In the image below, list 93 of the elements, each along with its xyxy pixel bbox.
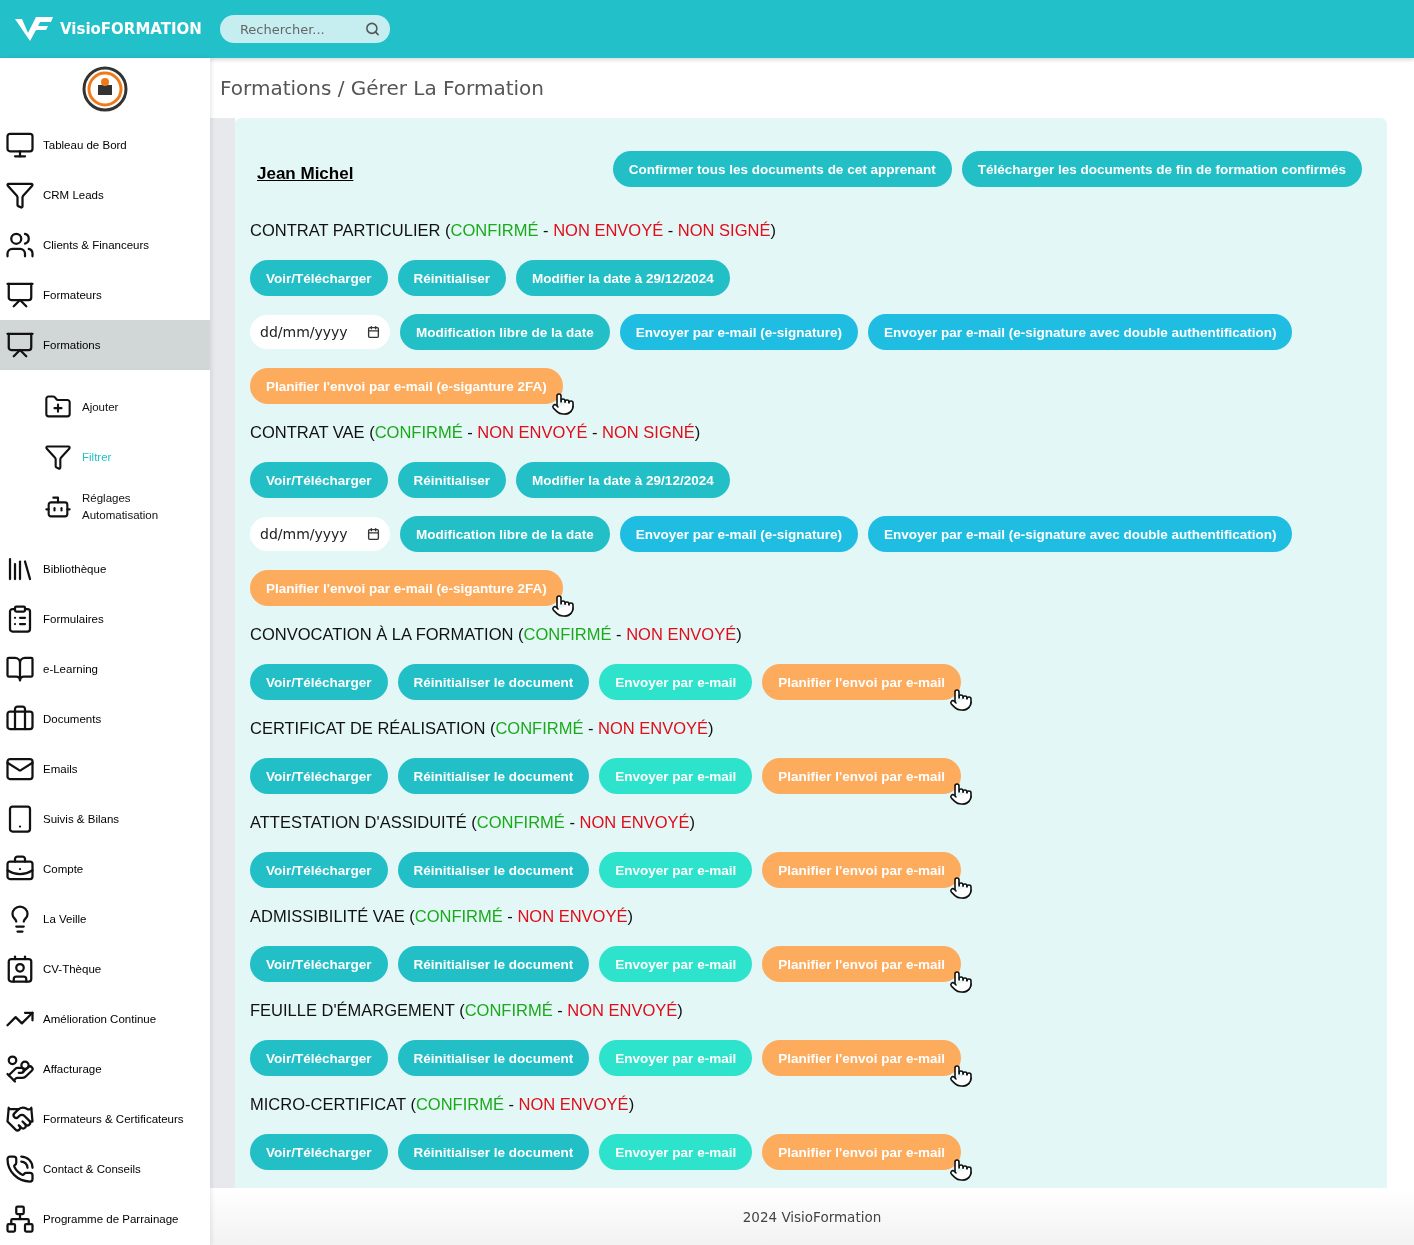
document-status-heading: ADMISSIBILITÉ VAE (CONFIRMÉ - NON ENVOYÉ) [250, 906, 634, 927]
send-button[interactable]: Envoyer par e-mail [599, 758, 753, 794]
sidebar-item[interactable]: CV-Thèque [0, 944, 210, 994]
action-button[interactable]: Réinitialiser le document [397, 852, 590, 888]
people-icon [5, 230, 35, 260]
network-icon [5, 1204, 35, 1234]
search-field[interactable]: Rechercher... [219, 15, 390, 43]
action-button[interactable]: Réinitialiser le document [397, 664, 590, 700]
sidebar-item[interactable]: Bibliothèque [0, 544, 210, 594]
hand-cursor-icon [948, 1158, 973, 1182]
funnel-icon [5, 180, 35, 210]
phone-icon [5, 1154, 35, 1184]
sidebar-item[interactable]: Compte [0, 844, 210, 894]
hand-cursor-icon [948, 688, 973, 712]
action-button[interactable]: Voir/Télécharger [250, 260, 388, 296]
sidebar-item[interactable]: Formateurs [0, 270, 210, 320]
sidebar-item[interactable]: Formateurs & Certificateurs [0, 1094, 210, 1144]
document-status-heading: CONVOCATION À LA FORMATION (CONFIRMÉ - NON ENVOYÉ) [250, 624, 743, 645]
hand-cursor-icon [948, 970, 973, 994]
sidebar-subitem[interactable]: Ajouter [0, 382, 210, 432]
document-status-heading: MICRO-CERTIFICAT (CONFIRMÉ - NON ENVOYÉ) [250, 1094, 636, 1115]
action-button[interactable]: Réinitialiser le document [397, 1134, 590, 1170]
sidebar-subitem[interactable]: Filtrer [0, 432, 210, 482]
email-button[interactable]: Envoyer par e-mail (e-signature) [619, 314, 859, 350]
organization-logo-icon [82, 66, 128, 112]
learner-name: Jean Michel [257, 164, 355, 184]
sidebar-item[interactable]: Clients & Financeurs [0, 220, 210, 270]
action-button[interactable]: Voir/Télécharger [250, 462, 388, 498]
send-button[interactable]: Envoyer par e-mail [599, 946, 753, 982]
hand-cursor-icon [948, 782, 973, 806]
action-button[interactable]: Télécharger les documents de fin de formation confirmés [961, 151, 1362, 187]
calendar-icon[interactable] [367, 527, 380, 541]
action-button[interactable]: Voir/Télécharger [250, 758, 388, 794]
document-status-heading: CONTRAT VAE (CONFIRMÉ - NON ENVOYÉ - NON SIGNÉ) [250, 422, 702, 443]
send-button[interactable]: Envoyer par e-mail [599, 1040, 753, 1076]
search-icon[interactable] [364, 21, 380, 37]
action-button[interactable]: Voir/Télécharger [250, 1040, 388, 1076]
sidebar-item[interactable]: Formations [0, 320, 210, 370]
action-button[interactable]: Voir/Télécharger [250, 664, 388, 700]
sidebar-item[interactable]: Documents [0, 694, 210, 744]
sidebar-item[interactable]: Tableau de Bord [0, 120, 210, 170]
document-status-heading: CONTRAT PARTICULIER (CONFIRMÉ - NON ENVOYÉ - NON SIGNÉ) [250, 220, 777, 241]
email-button[interactable]: Envoyer par e-mail (e-signature) [619, 516, 859, 552]
hand-cursor-icon [948, 876, 973, 900]
send-button[interactable]: Envoyer par e-mail [599, 1134, 753, 1170]
action-button[interactable]: Voir/Télécharger [250, 852, 388, 888]
date-field[interactable]: dd/mm/yyyy [250, 315, 390, 349]
action-button[interactable]: Modification libre de la date [400, 516, 610, 552]
sidebar-item[interactable]: CRM Leads [0, 170, 210, 220]
hand-cursor-icon [550, 594, 575, 618]
contact-card-icon [5, 954, 35, 984]
breadcrumb: Formations / Gérer La Formation [219, 75, 545, 102]
sidebar-item[interactable]: La Veille [0, 894, 210, 944]
send-button[interactable]: Envoyer par e-mail [599, 664, 753, 700]
document-status-heading: ATTESTATION D'ASSIDUITÉ (CONFIRMÉ - NON ENVOYÉ) [250, 812, 697, 833]
action-button[interactable]: Réinitialiser le document [397, 758, 590, 794]
action-button[interactable]: Modification libre de la date [400, 314, 610, 350]
action-button[interactable]: Modifier la date à 29/12/2024 [516, 462, 730, 498]
action-button[interactable]: Réinitialiser le document [397, 946, 590, 982]
action-button[interactable]: Modifier la date à 29/12/2024 [516, 260, 730, 296]
document-status-heading: FEUILLE D'ÉMARGEMENT (CONFIRMÉ - NON ENVOYÉ) [250, 1000, 684, 1021]
handshake-icon [5, 1104, 35, 1134]
calendar-icon[interactable] [367, 325, 380, 339]
logo-icon [14, 16, 54, 42]
sidebar-item[interactable]: Amélioration Continue [0, 994, 210, 1044]
hand-cursor-icon [550, 392, 575, 416]
presentation-icon [5, 280, 35, 310]
date-field[interactable]: dd/mm/yyyy [250, 517, 390, 551]
sidebar-item[interactable]: Affacturage [0, 1044, 210, 1094]
book-icon [5, 654, 35, 684]
monitor-icon [5, 130, 35, 160]
hand-cursor-icon [948, 1064, 973, 1088]
hand-money-icon [5, 1054, 35, 1084]
sidebar-item[interactable]: Formulaires [0, 594, 210, 644]
funnel-icon [44, 443, 72, 471]
sidebar-item[interactable]: Suivis & Bilans [0, 794, 210, 844]
brand-name: VisioFORMATION [60, 20, 202, 38]
action-button[interactable]: Confirmer tous les documents de cet apprenant [612, 151, 952, 187]
sidebar-item[interactable]: Emails [0, 744, 210, 794]
email-button[interactable]: Envoyer par e-mail (e-signature avec double authentification) [868, 314, 1293, 350]
send-button[interactable]: Envoyer par e-mail [599, 852, 753, 888]
action-button[interactable]: Réinitialiser [397, 260, 507, 296]
action-button[interactable]: Voir/Télécharger [250, 1134, 388, 1170]
action-button[interactable]: Réinitialiser [397, 462, 507, 498]
action-button[interactable]: Réinitialiser le document [397, 1040, 590, 1076]
sidebar-item[interactable]: Programme de Parrainage [0, 1194, 210, 1244]
sidebar-item[interactable]: Contact & Conseils [0, 1144, 210, 1194]
action-button[interactable]: Voir/Télécharger [250, 946, 388, 982]
document-status-heading: CERTIFICAT DE RÉALISATION (CONFIRMÉ - NON ENVOYÉ) [250, 718, 715, 739]
sidebar-item[interactable]: e-Learning [0, 644, 210, 694]
presentation-icon [5, 330, 35, 360]
sidebar-subitem[interactable]: Réglages Automatisation [0, 482, 210, 532]
email-button[interactable]: Envoyer par e-mail (e-signature avec double authentification) [868, 516, 1293, 552]
